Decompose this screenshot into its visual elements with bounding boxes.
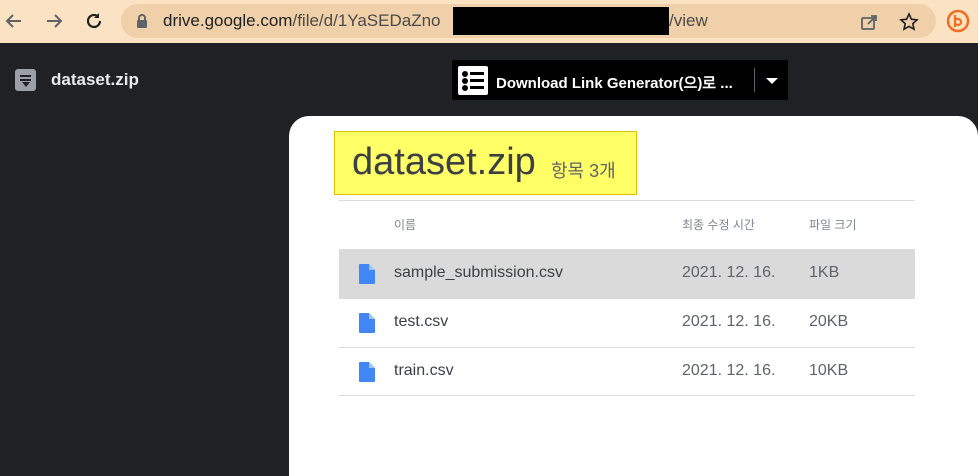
address-bar[interactable]: drive.google.com/file/d/1YaSEDaZno /view <box>121 4 936 38</box>
lock-icon[interactable] <box>136 13 148 29</box>
extension-button[interactable] <box>946 9 970 33</box>
file-modified: 2021. 12. 16. <box>682 313 776 330</box>
url-host: drive.google.com <box>163 11 293 30</box>
column-header-name[interactable]: 이름 <box>394 216 416 233</box>
redacted-url-segment <box>453 7 669 35</box>
document-icon <box>359 362 375 382</box>
extension-icon <box>946 9 970 33</box>
url-suffix: /view <box>669 11 708 30</box>
browser-toolbar: drive.google.com/file/d/1YaSEDaZno /view <box>0 0 978 43</box>
star-icon <box>899 12 919 31</box>
open-with-label: Download Link Generator(으)로 ... <box>496 75 733 92</box>
document-icon <box>359 313 375 333</box>
file-name: train.csv <box>394 362 454 379</box>
back-arrow-icon <box>5 14 21 28</box>
file-modified: 2021. 12. 16. <box>682 264 776 281</box>
share-icon <box>861 15 877 30</box>
file-name: test.csv <box>394 313 449 330</box>
card-title: dataset.zip <box>352 141 536 183</box>
url-path: /file/d/1YaSEDaZno <box>292 11 441 30</box>
file-size: 20KB <box>809 313 849 330</box>
bookmark-button[interactable] <box>898 11 920 33</box>
table-row[interactable]: test.csv 2021. 12. 16. 20KB <box>339 298 915 347</box>
file-size: 1KB <box>809 264 840 281</box>
table-row[interactable]: sample_submission.csv 2021. 12. 16. 1KB <box>339 249 915 298</box>
title-highlight: dataset.zip 항목 3개 <box>334 131 637 195</box>
chevron-down-icon[interactable] <box>766 78 778 84</box>
list-app-icon <box>458 66 488 95</box>
file-modified: 2021. 12. 16. <box>682 362 776 379</box>
zip-file-icon <box>15 69 36 91</box>
open-with-button[interactable]: Download Link Generator(으)로 ... <box>452 60 788 100</box>
file-name: sample_submission.csv <box>394 264 563 281</box>
table-row[interactable]: train.csv 2021. 12. 16. 10KB <box>339 347 915 396</box>
forward-arrow-icon <box>47 14 63 28</box>
share-button[interactable] <box>858 11 880 33</box>
open-with-divider <box>754 68 755 92</box>
table-header: 이름 최종 수정 시간 파일 크기 <box>339 200 915 249</box>
reload-icon <box>86 13 102 29</box>
reload-button[interactable] <box>80 7 108 35</box>
item-count: 항목 3개 <box>551 161 616 181</box>
column-header-modified[interactable]: 최종 수정 시간 <box>682 216 755 233</box>
column-header-size[interactable]: 파일 크기 <box>809 216 857 233</box>
zip-preview-card: dataset.zip 항목 3개 이름 최종 수정 시간 파일 크기 samp… <box>289 116 978 476</box>
url-text: drive.google.com/file/d/1YaSEDaZno <box>163 11 441 31</box>
forward-button[interactable] <box>40 7 68 35</box>
back-button[interactable] <box>0 7 28 35</box>
file-list-table: 이름 최종 수정 시간 파일 크기 sample_submission.csv … <box>339 200 915 396</box>
document-icon <box>359 264 375 284</box>
file-size: 10KB <box>809 362 849 379</box>
header-file-title: dataset.zip <box>51 70 139 89</box>
